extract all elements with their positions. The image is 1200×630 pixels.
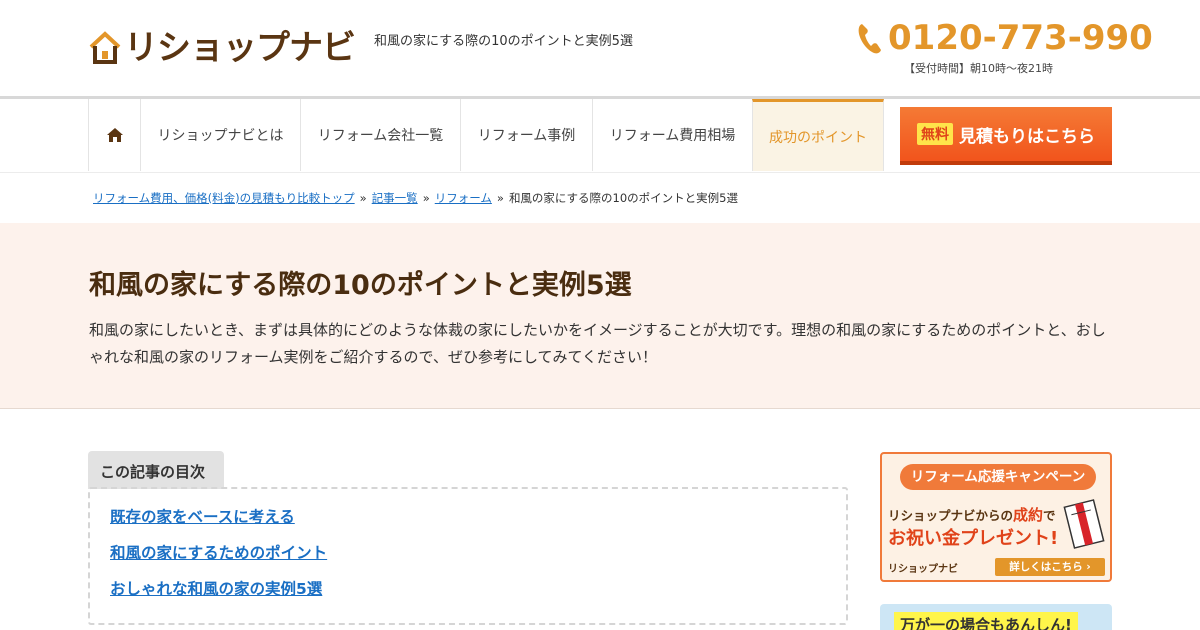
breadcrumb-link-reform[interactable]: リフォーム — [435, 191, 492, 205]
breadcrumb: リフォーム費用、価格(料金)の見積もり比較トップ » 記事一覧 » リフォーム » 和風の家… — [93, 190, 738, 206]
site-logo[interactable]: リショップナビ — [88, 28, 356, 68]
breadcrumb-separator: » — [359, 191, 367, 205]
phone-number: 0120-773-990 — [888, 18, 1153, 58]
nav-label: リショップナビとは — [157, 128, 284, 144]
nav-label: リフォーム事例 — [477, 128, 576, 144]
nav-label: リフォーム費用相場 — [609, 128, 736, 144]
toc-link[interactable]: おしゃれな和風の家の実例5選 — [110, 579, 846, 599]
table-of-contents: 既存の家をベースに考える 和風の家にするためのポイント おしゃれな和風の家の実例… — [88, 487, 848, 625]
campaign-text: リショップナビからの成約で — [888, 504, 1056, 525]
campaign-banner[interactable]: リフォーム応援キャンペーン リショップナビからの成約で お祝い金プレゼント! リ… — [880, 452, 1112, 582]
nav-home[interactable] — [88, 99, 140, 171]
campaign-logo: リショップナビ — [888, 564, 958, 575]
breadcrumb-separator: » — [496, 191, 504, 205]
site-header: リショップナビ 和風の家にする際の10のポイントと実例5選 0120-773-9… — [0, 0, 1200, 96]
nav-item-cases[interactable]: リフォーム事例 — [460, 99, 592, 171]
nav-item-prices[interactable]: リフォーム費用相場 — [592, 99, 752, 171]
assurance-banner[interactable]: 万が一の場合もあんしん! — [880, 604, 1112, 630]
assurance-text: 万が一の場合もあんしん! — [894, 612, 1078, 630]
logo-text: リショップナビ — [124, 28, 356, 68]
free-badge: 無料 — [917, 123, 953, 145]
nav-label: 成功のポイント — [769, 129, 867, 146]
house-logo-icon — [89, 31, 121, 64]
campaign-text-b: 成約 — [1013, 506, 1044, 524]
campaign-text-a: リショップナビからの — [888, 508, 1014, 523]
home-icon — [106, 128, 123, 142]
estimate-cta-button[interactable]: 無料 見積もりはこちら — [900, 107, 1112, 165]
nav-label: リフォーム会社一覧 — [317, 128, 444, 144]
nav-item-about[interactable]: リショップナビとは — [140, 99, 300, 171]
nav-item-success-points[interactable]: 成功のポイント — [752, 99, 884, 171]
toc-title: この記事の目次 — [88, 451, 224, 489]
phone-contact[interactable]: 0120-773-990 — [856, 18, 1153, 58]
breadcrumb-link-articles[interactable]: 記事一覧 — [372, 191, 418, 205]
breadcrumb-current: 和風の家にする際の10のポイントと実例5選 — [508, 191, 739, 205]
phone-icon — [858, 24, 881, 54]
cta-label: 見積もりはこちら — [959, 126, 1095, 147]
campaign-details-button[interactable]: 詳しくはこちら › — [995, 558, 1105, 576]
business-hours: 【受付時間】朝10時～夜21時 — [904, 62, 1053, 75]
breadcrumb-separator: » — [422, 191, 430, 205]
nav-divider — [0, 172, 1200, 173]
campaign-heading: リフォーム応援キャンペーン — [900, 464, 1096, 490]
toc-link[interactable]: 既存の家をベースに考える — [110, 507, 846, 527]
campaign-text-c: で — [1043, 508, 1056, 523]
nav-item-companies[interactable]: リフォーム会社一覧 — [300, 99, 460, 171]
breadcrumb-link-top[interactable]: リフォーム費用、価格(料金)の見積もり比較トップ — [93, 191, 355, 205]
toc-link[interactable]: 和風の家にするためのポイント — [110, 543, 846, 563]
article-lead: 和風の家にしたいとき、まずは具体的にどのような体裁の家にしたいかをイメージするこ… — [89, 321, 1106, 366]
gift-envelope-icon — [1063, 499, 1105, 549]
main-nav: リショップナビとは リフォーム会社一覧 リフォーム事例 リフォーム費用相場 成功… — [88, 99, 884, 171]
header-tagline: 和風の家にする際の10のポイントと実例5選 — [374, 34, 633, 49]
campaign-headline: お祝い金プレゼント! — [888, 528, 1059, 549]
article-hero: 和風の家にする際の10のポイントと実例5選 和風の家にしたいとき、まずは具体的に… — [0, 223, 1200, 409]
page-title: 和風の家にする際の10のポイントと実例5選 — [89, 270, 632, 301]
